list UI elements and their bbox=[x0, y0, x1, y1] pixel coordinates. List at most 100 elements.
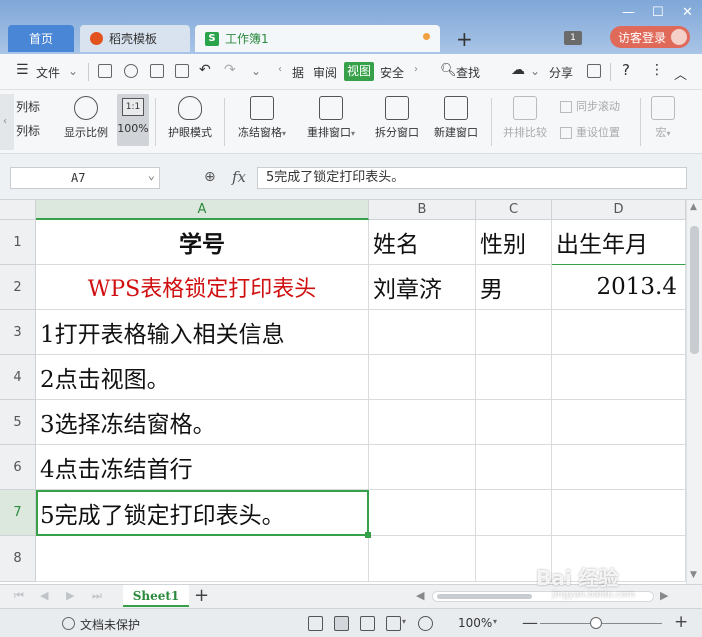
zoom-slider-knob[interactable] bbox=[590, 617, 602, 629]
security-menu[interactable]: 安全 bbox=[380, 64, 404, 81]
cell-c1[interactable]: 性别 bbox=[476, 220, 552, 265]
share-button[interactable]: 分享 bbox=[549, 64, 573, 81]
rearrange-window-button[interactable]: 重排窗口▾ bbox=[300, 96, 362, 140]
reading-dropdown-icon[interactable]: ▾ bbox=[402, 617, 406, 626]
row-header-6[interactable]: 6 bbox=[0, 445, 36, 490]
cell-b4[interactable] bbox=[369, 355, 476, 400]
cell-b3[interactable] bbox=[369, 310, 476, 355]
function-icon[interactable]: fx bbox=[232, 168, 246, 186]
row-col-header-label[interactable]: 列标 bbox=[16, 98, 40, 115]
zoom-formula-icon[interactable]: ⊕ bbox=[204, 169, 216, 185]
vertical-scroll-thumb[interactable] bbox=[690, 226, 699, 354]
output-icon[interactable] bbox=[124, 64, 138, 78]
prev-sheet-icon[interactable]: ◀ bbox=[40, 589, 48, 602]
review-menu[interactable]: 审阅 bbox=[313, 64, 337, 81]
hscroll-right-icon[interactable]: ▶ bbox=[660, 589, 668, 602]
column-header-d[interactable]: D bbox=[552, 200, 686, 220]
close-button[interactable]: ✕ bbox=[682, 5, 693, 20]
scroll-left-icon[interactable]: ‹ bbox=[278, 64, 282, 75]
cell-b7[interactable] bbox=[369, 490, 476, 536]
fullscreen-icon[interactable] bbox=[308, 616, 323, 631]
row-col-header-label[interactable]: 列标 bbox=[16, 122, 40, 139]
view-menu[interactable]: 视图 bbox=[344, 62, 374, 81]
cell-a6[interactable]: 4点击冻结首行 bbox=[36, 445, 369, 490]
collapse-ribbon-icon[interactable]: ︿ bbox=[674, 64, 687, 83]
window-count-badge[interactable]: 1 bbox=[564, 31, 582, 45]
login-button[interactable]: 访客登录 bbox=[610, 26, 690, 48]
side-by-side-button[interactable]: 并排比较 bbox=[498, 96, 552, 140]
search-label[interactable]: 查找 bbox=[456, 64, 480, 81]
sync-scroll-button[interactable]: 同步滚动 bbox=[560, 98, 620, 114]
horizontal-scroll-thumb[interactable] bbox=[437, 594, 532, 599]
maximize-button[interactable]: ☐ bbox=[652, 5, 664, 20]
cell-a4[interactable]: 2点击视图。 bbox=[36, 355, 369, 400]
row-header-7[interactable]: 7 bbox=[0, 490, 36, 536]
sheet-tab-sheet1[interactable]: Sheet1 bbox=[123, 585, 189, 607]
redo-icon[interactable]: ↷ bbox=[224, 62, 236, 78]
scroll-down-icon[interactable]: ▼ bbox=[690, 570, 697, 580]
zoom-100-button[interactable]: 1:1 100% bbox=[117, 94, 149, 146]
last-sheet-icon[interactable]: ⏭ bbox=[92, 589, 102, 603]
select-all-corner[interactable] bbox=[0, 200, 36, 220]
file-menu[interactable]: 文件 bbox=[36, 64, 60, 81]
cell-d1[interactable]: 出生年月 bbox=[552, 220, 686, 265]
zoom-level[interactable]: 100% bbox=[458, 616, 492, 630]
hscroll-left-icon[interactable]: ◀ bbox=[416, 589, 424, 602]
display-ratio-button[interactable]: 显示比例 bbox=[60, 96, 112, 140]
scroll-up-icon[interactable]: ▲ bbox=[690, 202, 697, 212]
cast-icon[interactable] bbox=[587, 64, 601, 78]
cell-c4[interactable] bbox=[476, 355, 552, 400]
search-icon[interactable]: 🔍︎ bbox=[440, 63, 457, 78]
cell-a7[interactable]: 5完成了锁定打印表头。 bbox=[36, 490, 369, 536]
reset-position-button[interactable]: 重设位置 bbox=[560, 124, 620, 140]
protect-icon[interactable] bbox=[62, 617, 75, 630]
protect-status[interactable]: 文档未保护 bbox=[80, 616, 140, 633]
add-tab-button[interactable]: + bbox=[456, 27, 473, 51]
cell-c6[interactable] bbox=[476, 445, 552, 490]
cell-a1[interactable]: 学号 bbox=[36, 220, 369, 265]
cell-c3[interactable] bbox=[476, 310, 552, 355]
row-header-8[interactable]: 8 bbox=[0, 536, 36, 582]
save-icon[interactable] bbox=[98, 64, 112, 78]
tab-template[interactable]: 稻壳模板 bbox=[80, 25, 190, 52]
file-dropdown-icon[interactable]: ⌄ bbox=[68, 64, 78, 78]
column-header-a[interactable]: A bbox=[36, 200, 369, 220]
row-header-1[interactable]: 1 bbox=[0, 220, 36, 265]
eye-protection-button[interactable]: 护眼模式 bbox=[162, 96, 218, 140]
tab-workbook[interactable]: S 工作簿1 bbox=[195, 25, 440, 52]
cell-c2[interactable]: 男 bbox=[476, 265, 552, 310]
help-icon[interactable]: ? bbox=[622, 61, 630, 79]
data-menu[interactable]: 据 bbox=[292, 64, 304, 81]
cell-a2[interactable]: WPS表格锁定打印表头 bbox=[36, 265, 369, 310]
first-sheet-icon[interactable]: ⏮ bbox=[14, 589, 24, 603]
cell-a5[interactable]: 3选择冻结窗格。 bbox=[36, 400, 369, 445]
minimize-button[interactable]: — bbox=[622, 5, 635, 20]
scroll-right-icon[interactable]: › bbox=[414, 64, 418, 75]
split-window-button[interactable]: 拆分窗口 bbox=[370, 96, 424, 140]
normal-view-icon[interactable] bbox=[334, 616, 349, 631]
freeze-pane-button[interactable]: 冻结窗格▾ bbox=[232, 96, 292, 140]
formula-input[interactable]: 5完成了锁定打印表头。 bbox=[257, 167, 687, 189]
cell-b8[interactable] bbox=[369, 536, 476, 582]
cell-d2[interactable]: 2013.4 bbox=[552, 265, 686, 310]
new-window-button[interactable]: 新建窗口 bbox=[429, 96, 483, 140]
cloud-icon[interactable]: ☁ bbox=[511, 62, 525, 78]
cell-b1[interactable]: 姓名 bbox=[369, 220, 476, 265]
cloud-dropdown-icon[interactable]: ⌄ bbox=[530, 64, 540, 78]
next-sheet-icon[interactable]: ▶ bbox=[66, 589, 74, 602]
row-header-2[interactable]: 2 bbox=[0, 265, 36, 310]
add-sheet-button[interactable]: + bbox=[194, 585, 209, 606]
tab-home[interactable]: 首页 bbox=[8, 25, 74, 52]
cell-b5[interactable] bbox=[369, 400, 476, 445]
cell-a8[interactable] bbox=[36, 536, 369, 582]
print-preview-icon[interactable] bbox=[175, 64, 189, 78]
name-box[interactable]: A7 bbox=[10, 165, 160, 189]
print-icon[interactable] bbox=[150, 64, 164, 78]
column-header-b[interactable]: B bbox=[369, 200, 476, 220]
cell-b6[interactable] bbox=[369, 445, 476, 490]
cell-a3[interactable]: 1打开表格输入相关信息 bbox=[36, 310, 369, 355]
macro-button[interactable]: 宏▾ bbox=[648, 96, 678, 140]
zoom-out-button[interactable]: — bbox=[522, 613, 538, 632]
cell-d3[interactable] bbox=[552, 310, 686, 355]
column-header-c[interactable]: C bbox=[476, 200, 552, 220]
